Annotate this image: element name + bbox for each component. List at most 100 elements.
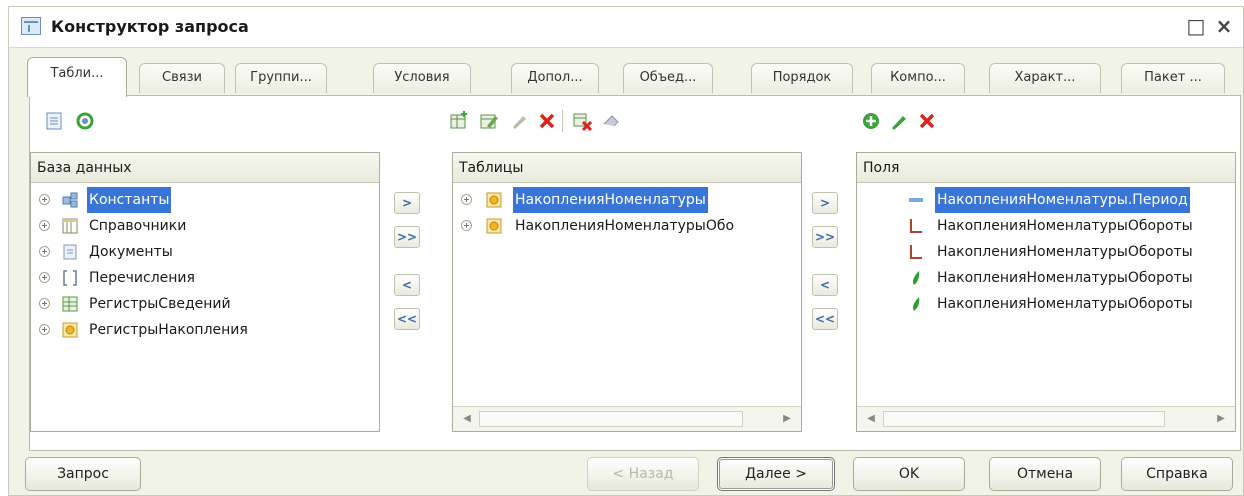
refresh-tree-icon[interactable] (74, 110, 96, 132)
tables-toolbar (448, 106, 668, 138)
accumulation-register-icon (485, 191, 503, 209)
fields-header: Поля (857, 153, 1235, 183)
replace-table-icon[interactable] (572, 110, 594, 132)
scroll-thumb[interactable] (479, 411, 743, 427)
database-toolbar (44, 106, 124, 138)
delete-field-icon[interactable] (916, 110, 938, 132)
title-bar: Конструктор запроса □ × (9, 7, 1243, 48)
tree-item-documents[interactable]: Документы (31, 239, 379, 265)
field-item-label: НакопленияНоменлатурыОбороты (937, 218, 1193, 234)
constants-icon (61, 191, 79, 209)
table-item-label: НакопленияНоменлатурыОбо (515, 218, 735, 234)
maximize-icon[interactable]: □ (1185, 15, 1207, 37)
tab-conditions[interactable]: Условия (373, 63, 471, 93)
delete-icon[interactable] (536, 110, 558, 132)
add-table-button[interactable]: > (394, 192, 420, 214)
tab-composition[interactable]: Компо... (871, 63, 965, 93)
remove-field-button[interactable]: < (812, 274, 838, 296)
close-icon[interactable]: × (1213, 15, 1235, 37)
field-item[interactable]: НакопленияНоменлатурыОбороты (857, 239, 1235, 265)
tree-item-label: Справочники (89, 218, 187, 234)
ok-button[interactable]: OK (853, 457, 965, 491)
tables-tab-panel: База данных Константы Справочники Докуме… (29, 95, 1241, 451)
tables-header: Таблицы (453, 153, 801, 183)
expand-icon[interactable] (39, 220, 50, 231)
field-item-label: НакопленияНоменлатурыОбороты (937, 270, 1193, 286)
scroll-right-icon[interactable]: ▶ (779, 411, 795, 427)
attribute-icon (907, 243, 925, 261)
expand-icon[interactable] (39, 298, 50, 309)
tab-additional[interactable]: Допол... (511, 63, 599, 93)
remove-all-fields-button[interactable]: << (812, 308, 838, 330)
field-item-label: НакопленияНоменлатурыОбороты (937, 296, 1193, 312)
resource-icon (907, 269, 925, 287)
catalogs-icon (61, 217, 79, 235)
tree-item-label: РегистрыНакопления (89, 322, 248, 338)
next-button[interactable]: Далее > (717, 457, 835, 491)
tree-item-label: РегистрыСведений (89, 296, 231, 312)
field-item[interactable]: НакопленияНоменлатурыОбороты (857, 213, 1235, 239)
tab-batch[interactable]: Пакет ... (1121, 63, 1225, 93)
tree-item-catalogs[interactable]: Справочники (31, 213, 379, 239)
scroll-left-icon[interactable]: ◀ (863, 411, 879, 427)
scroll-right-icon[interactable]: ▶ (1213, 411, 1229, 427)
tables-horizontal-scrollbar[interactable]: ◀ ▶ (453, 406, 801, 431)
add-field-button[interactable]: > (812, 192, 838, 214)
table-item[interactable]: НакопленияНоменлатуры (453, 187, 801, 213)
dimension-icon (907, 191, 925, 209)
tab-order[interactable]: Порядок (751, 63, 853, 93)
tables-list: Таблицы НакопленияНоменлатуры Накопления… (452, 152, 802, 432)
expand-icon[interactable] (39, 272, 50, 283)
scroll-thumb[interactable] (883, 411, 1165, 427)
expand-icon[interactable] (39, 246, 50, 257)
expand-icon[interactable] (39, 324, 50, 335)
window-title: Конструктор запроса (51, 17, 249, 36)
back-button[interactable]: < Назад (587, 457, 699, 491)
query-button[interactable]: Запрос (25, 457, 141, 491)
add-all-tables-button[interactable]: >> (394, 226, 420, 248)
add-table-icon[interactable] (448, 110, 470, 132)
accumulation-register-icon (485, 217, 503, 235)
tree-item-label: Документы (89, 244, 173, 260)
database-tree: База данных Константы Справочники Докуме… (30, 152, 380, 432)
tree-item-label: Перечисления (89, 270, 195, 286)
expand-icon[interactable] (461, 220, 472, 231)
fields-horizontal-scrollbar[interactable]: ◀ ▶ (857, 406, 1235, 431)
tree-item-constants[interactable]: Константы (31, 187, 379, 213)
attribute-icon (907, 217, 925, 235)
edit-field-icon[interactable] (888, 110, 910, 132)
field-item[interactable]: НакопленияНоменлатурыОбороты (857, 265, 1235, 291)
field-item-label: НакопленияНоменлатуры.Период (935, 187, 1190, 213)
fields-list: Поля НакопленияНоменлатуры.Период Накопл… (856, 152, 1236, 432)
query-builder-window: Конструктор запроса □ × Табли... Связи Г… (8, 6, 1244, 496)
scroll-left-icon[interactable]: ◀ (459, 411, 475, 427)
query-builder-icon (21, 17, 41, 35)
tree-item-accumulation-registers[interactable]: РегистрыНакопления (31, 317, 379, 343)
info-registers-icon (61, 295, 79, 313)
tree-item-info-registers[interactable]: РегистрыСведений (31, 291, 379, 317)
remove-all-tables-button[interactable]: << (394, 308, 420, 330)
cancel-button[interactable]: Отмена (989, 457, 1101, 491)
table-item[interactable]: НакопленияНоменлатурыОбо (453, 213, 801, 239)
tab-characteristics[interactable]: Характ... (989, 63, 1101, 93)
tab-unions[interactable]: Объед... (623, 63, 713, 93)
tab-tables[interactable]: Табли... (27, 57, 127, 97)
tab-grouping[interactable]: Группи... (235, 63, 327, 93)
help-button[interactable]: Справка (1121, 457, 1233, 491)
toolbar-separator (562, 110, 563, 132)
edit-table-icon[interactable] (478, 110, 500, 132)
expand-icon[interactable] (461, 194, 472, 205)
remove-table-button[interactable]: < (394, 274, 420, 296)
link-table-icon[interactable] (600, 110, 622, 132)
documents-icon (61, 243, 79, 261)
tree-item-enums[interactable]: Перечисления (31, 265, 379, 291)
add-field-icon[interactable] (860, 110, 882, 132)
expand-icon[interactable] (39, 194, 50, 205)
field-item[interactable]: НакопленияНоменлатурыОбороты (857, 291, 1235, 317)
enums-icon (61, 269, 79, 287)
add-all-fields-button[interactable]: >> (812, 226, 838, 248)
list-view-icon[interactable] (44, 110, 66, 132)
tab-links[interactable]: Связи (139, 63, 225, 93)
pencil-icon[interactable] (508, 110, 530, 132)
field-item[interactable]: НакопленияНоменлатуры.Период (857, 187, 1235, 213)
